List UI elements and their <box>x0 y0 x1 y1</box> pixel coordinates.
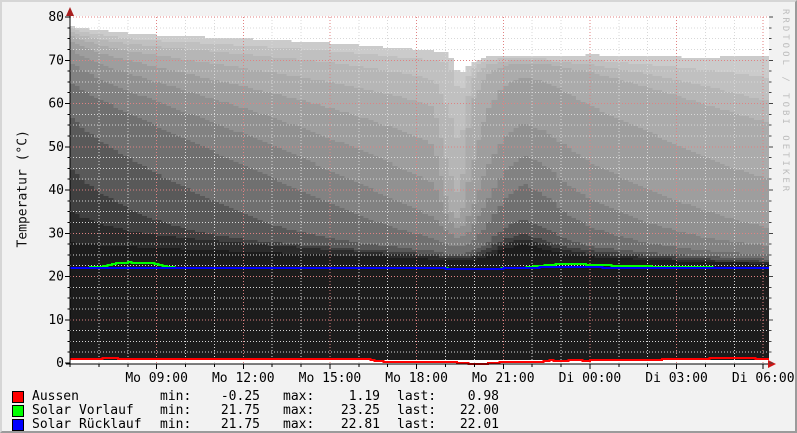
legend-label: Solar Rücklauf <box>32 418 142 432</box>
svg-text:Mo 18:00: Mo 18:00 <box>385 371 448 386</box>
legend-min-caption: min: <box>160 418 191 432</box>
legend-label: Aussen <box>32 390 79 404</box>
legend-min-value: -0.25 <box>188 390 260 404</box>
svg-text:Mo 21:00: Mo 21:00 <box>472 371 535 386</box>
svg-text:80: 80 <box>48 10 64 25</box>
svg-text:Di 06:00: Di 06:00 <box>732 371 795 386</box>
rrdtool-watermark: RRDTOOL / TOBI OETIKER <box>780 9 790 194</box>
svg-text:70: 70 <box>48 53 64 68</box>
legend-max-value: 1.19 <box>308 390 380 404</box>
legend-min-value: 21.75 <box>188 418 260 432</box>
svg-text:Mo 15:00: Mo 15:00 <box>299 371 362 386</box>
legend-row-solar-vorlauf: Solar Vorlauf min: 21.75 max: 23.25 last… <box>2 404 795 418</box>
legend-min-value: 21.75 <box>188 404 260 418</box>
y-axis-label: Temperatur (°C) <box>16 133 30 248</box>
legend-max-value: 22.81 <box>308 418 380 432</box>
temperature-chart: 0 10 20 30 40 50 60 70 80 Mo 09:00 Mo 12:00 Mo 15:0… <box>2 2 797 387</box>
legend-swatch-red <box>12 391 24 403</box>
legend-label: Solar Vorlauf <box>32 404 134 418</box>
legend-swatch-blue <box>12 419 24 431</box>
legend-last-value: 22.00 <box>427 404 499 418</box>
svg-text:60: 60 <box>48 97 64 112</box>
svg-text:10: 10 <box>48 313 64 328</box>
legend-min-caption: min: <box>160 390 191 404</box>
legend-max-value: 23.25 <box>308 404 380 418</box>
svg-text:50: 50 <box>48 140 64 155</box>
rrdtool-graph: 0 10 20 30 40 50 60 70 80 Mo 09:00 Mo 12:00 Mo 15:0… <box>0 0 797 433</box>
svg-text:30: 30 <box>48 226 64 241</box>
legend-last-value: 0.98 <box>427 390 499 404</box>
legend-min-caption: min: <box>160 404 191 418</box>
svg-text:0: 0 <box>56 356 64 371</box>
legend-swatch-green <box>12 405 24 417</box>
svg-text:Di 03:00: Di 03:00 <box>645 371 708 386</box>
svg-text:40: 40 <box>48 183 64 198</box>
legend-row-solar-ruecklauf: Solar Rücklauf min: 21.75 max: 22.81 las… <box>2 418 795 432</box>
legend-row-aussen: Aussen min: -0.25 max: 1.19 last: 0.98 <box>2 390 795 404</box>
legend-last-value: 22.01 <box>427 418 499 432</box>
svg-text:Mo 12:00: Mo 12:00 <box>212 371 275 386</box>
svg-text:Di 00:00: Di 00:00 <box>559 371 622 386</box>
svg-text:Mo 09:00: Mo 09:00 <box>125 371 188 386</box>
svg-text:20: 20 <box>48 270 64 285</box>
